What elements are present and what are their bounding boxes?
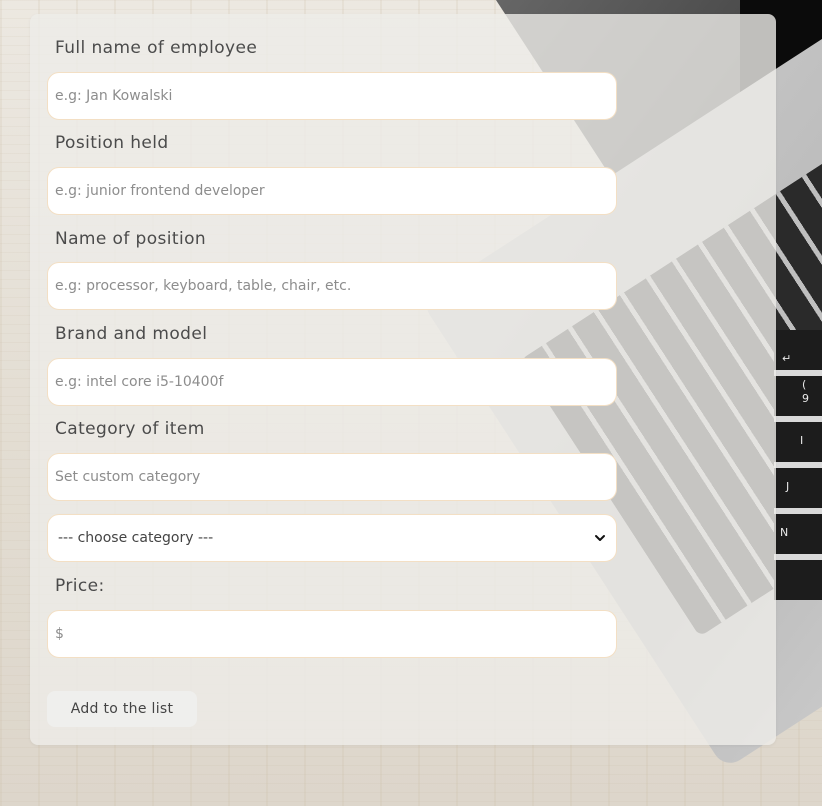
brand-model-input[interactable] xyxy=(47,358,617,406)
price-input[interactable] xyxy=(47,610,617,658)
key-label: I xyxy=(800,434,804,447)
add-to-list-button[interactable]: Add to the list xyxy=(47,691,197,727)
category-select[interactable]: --- choose category --- xyxy=(47,514,617,562)
key-label: J xyxy=(786,480,790,493)
key-label: 9 xyxy=(802,392,809,405)
custom-category-input[interactable] xyxy=(47,453,617,501)
chevron-down-icon xyxy=(595,535,605,541)
employee-name-label: Full name of employee xyxy=(55,38,258,58)
add-item-form: Full name of employee Position held Name… xyxy=(30,14,776,745)
item-name-label: Name of position xyxy=(55,229,207,249)
key-label: ↵ xyxy=(782,352,792,365)
brand-model-label: Brand and model xyxy=(55,324,208,344)
category-select-value: --- choose category --- xyxy=(58,530,214,546)
price-label: Price: xyxy=(55,576,105,596)
employee-name-input[interactable] xyxy=(47,72,617,120)
item-name-input[interactable] xyxy=(47,262,617,310)
position-held-input[interactable] xyxy=(47,167,617,215)
category-label: Category of item xyxy=(55,419,205,439)
laptop-keys-edge: ↵ ( 9 I J N xyxy=(774,330,822,600)
position-held-label: Position held xyxy=(55,133,169,153)
key-label: N xyxy=(780,526,789,539)
key-label: ( xyxy=(802,378,807,391)
